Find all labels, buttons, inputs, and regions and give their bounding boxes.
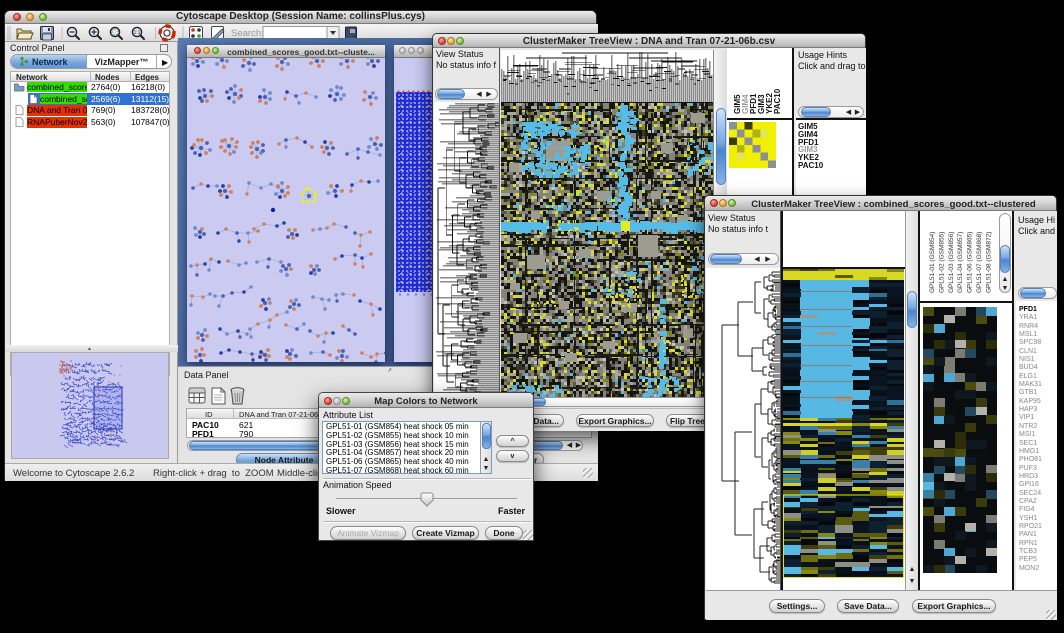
svg-text:GPL51-03 (GSM856): GPL51-03 (GSM856) — [948, 232, 955, 293]
svg-text:GPL51-04 (GSM857): GPL51-04 (GSM857) — [957, 232, 964, 293]
svg-text:PAC10: PAC10 — [773, 88, 782, 114]
svg-text:GPL51-06 (GSM865): GPL51-06 (GSM865) — [967, 232, 974, 293]
svg-text:GPL51-02 (GSM855): GPL51-02 (GSM855) — [938, 232, 945, 293]
svg-text:GPL51-07 (GSM868): GPL51-07 (GSM868) — [976, 232, 983, 293]
svg-text:GPL51-01 (GSM854): GPL51-01 (GSM854) — [929, 232, 936, 293]
svg-text:GPL51-08 (GSM872): GPL51-08 (GSM872) — [985, 232, 992, 293]
